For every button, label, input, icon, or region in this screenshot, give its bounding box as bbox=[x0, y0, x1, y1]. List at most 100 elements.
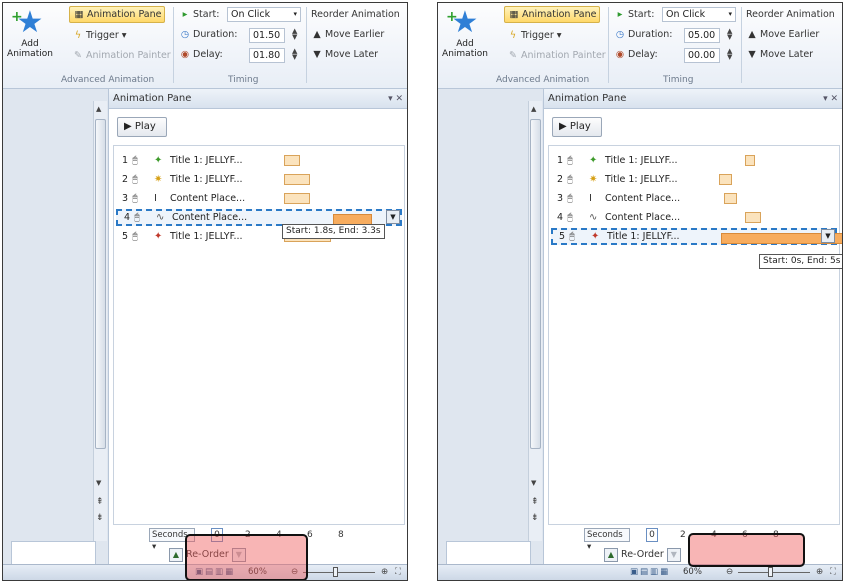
fit-slide-icon[interactable]: ⛶ bbox=[395, 565, 401, 580]
item-dropdown-button[interactable]: ▼ bbox=[821, 229, 835, 243]
move-later-button[interactable]: ▼ Move Later bbox=[311, 47, 378, 63]
exit-star-icon: ✦ bbox=[591, 231, 600, 242]
trigger-button[interactable]: ϟ Trigger ▾ bbox=[69, 27, 130, 44]
prev-slide-icon[interactable]: ⇞ bbox=[96, 497, 104, 507]
animation-list-item[interactable]: 4 🖰 ∿ Content Place... bbox=[551, 209, 837, 226]
animation-pane-header: Animation Pane ▾ ✕ bbox=[109, 89, 407, 109]
animation-list-item[interactable]: 1 🖰 ✦ Title 1: JELLYF... bbox=[116, 152, 402, 169]
delay-input[interactable]: 01.80 bbox=[249, 48, 285, 63]
add-animation-icon: ★ + bbox=[11, 5, 44, 40]
animation-pane-button[interactable]: ▦ Animation Pane bbox=[69, 6, 166, 23]
entrance-star-icon: ✦ bbox=[589, 155, 598, 166]
timing-group-label: Timing bbox=[663, 75, 694, 85]
reorder-controls: ▲ Re-Order ▼ bbox=[604, 547, 681, 563]
move-up-button[interactable]: ▲ bbox=[169, 547, 183, 562]
add-animation-button[interactable]: ★ + Add Animation bbox=[5, 7, 55, 75]
zoom-slider[interactable] bbox=[738, 567, 810, 577]
animation-pane-button[interactable]: ▦ Animation Pane bbox=[504, 6, 601, 23]
timing-bar[interactable] bbox=[284, 155, 300, 166]
zoom-slider[interactable] bbox=[303, 567, 375, 577]
trigger-button[interactable]: ϟ Trigger ▾ bbox=[504, 27, 565, 44]
scrollbar-thumb[interactable] bbox=[95, 119, 106, 449]
ribbon-separator bbox=[608, 7, 609, 83]
duration-input[interactable]: 05.00 bbox=[684, 28, 720, 43]
ribbon-separator bbox=[306, 7, 307, 83]
timing-bar[interactable] bbox=[719, 174, 732, 185]
right-window: ★ + Add Animation ▦ Animation Pane ϟ Trigge… bbox=[437, 2, 843, 581]
scroll-down-icon[interactable]: ▼ bbox=[531, 479, 536, 487]
zoom-slider-knob[interactable] bbox=[333, 567, 338, 577]
item-name: Title 1: JELLYF... bbox=[607, 231, 680, 242]
animation-list-item[interactable]: 2 🖰 ✷ Title 1: JELLYF... bbox=[551, 171, 837, 188]
animation-list-item[interactable]: 3 🖰 I Content Place... bbox=[551, 190, 837, 207]
pane-menu-close-icon[interactable]: ▾ ✕ bbox=[823, 89, 838, 109]
zoom-in-icon[interactable]: ⊕ bbox=[816, 565, 823, 580]
seconds-dropdown[interactable]: Seconds ▾ bbox=[584, 528, 630, 552]
animation-painter-button[interactable]: ✎ Animation Painter bbox=[69, 47, 174, 64]
mouse-click-icon: 🖰 bbox=[567, 155, 573, 166]
scroll-down-icon[interactable]: ▼ bbox=[96, 479, 101, 487]
delay-label: ◉ Delay: bbox=[179, 47, 223, 63]
start-select[interactable]: On Click ▾ bbox=[227, 7, 301, 22]
start-label: ▸ Start: bbox=[614, 7, 655, 23]
painter-icon: ✎ bbox=[74, 50, 82, 61]
play-button[interactable]: ▶ Play bbox=[552, 117, 602, 137]
animation-list-item[interactable]: 2 🖰 ✷ Title 1: JELLYF... bbox=[116, 171, 402, 188]
mouse-click-icon: 🖰 bbox=[132, 155, 138, 166]
pane-menu-close-icon[interactable]: ▾ ✕ bbox=[388, 89, 403, 109]
fit-slide-icon[interactable]: ⛶ bbox=[830, 565, 836, 580]
move-up-button[interactable]: ▲ bbox=[604, 547, 618, 562]
item-name: Title 1: JELLYF... bbox=[170, 155, 243, 166]
duration-input[interactable]: 01.50 bbox=[249, 28, 285, 43]
timing-bar[interactable] bbox=[745, 155, 756, 166]
scroll-up-icon[interactable]: ▲ bbox=[531, 105, 536, 113]
prev-slide-icon[interactable]: ⇞ bbox=[531, 497, 539, 507]
animation-list-item[interactable]: 3 🖰 I Content Place... bbox=[116, 190, 402, 207]
zoom-level[interactable]: 60% bbox=[683, 565, 702, 580]
item-name: Content Place... bbox=[605, 212, 681, 223]
item-name: Title 1: JELLYF... bbox=[170, 231, 243, 242]
delay-input[interactable]: 00.00 bbox=[684, 48, 720, 63]
animation-pane-header: Animation Pane ▾ ✕ bbox=[544, 89, 842, 109]
play-button[interactable]: ▶ Play bbox=[117, 117, 167, 137]
item-name: Content Place... bbox=[172, 212, 248, 223]
view-buttons-icon[interactable]: ▣▤▥▦ bbox=[630, 565, 670, 580]
timing-bar[interactable] bbox=[284, 174, 310, 185]
exit-star-icon: ✦ bbox=[154, 231, 163, 242]
start-select[interactable]: On Click ▾ bbox=[662, 7, 736, 22]
timing-bar[interactable] bbox=[745, 212, 761, 223]
play-icon: ▶ bbox=[559, 121, 567, 132]
duration-spinner[interactable]: ▲ ▼ bbox=[292, 28, 297, 41]
move-earlier-button[interactable]: ▲ Move Earlier bbox=[746, 27, 819, 43]
zoom-out-icon[interactable]: ⊖ bbox=[726, 565, 733, 580]
reorder-animation-title: Reorder Animation bbox=[311, 9, 400, 20]
delay-icon: ◉ bbox=[180, 49, 190, 60]
ribbon-separator bbox=[741, 7, 742, 83]
zoom-slider-knob[interactable] bbox=[768, 567, 773, 577]
move-down-button[interactable]: ▼ bbox=[666, 547, 681, 562]
zoom-in-icon[interactable]: ⊕ bbox=[381, 565, 388, 580]
animation-painter-button[interactable]: ✎ Animation Painter bbox=[504, 47, 609, 64]
timing-tooltip: Start: 0s, End: 5s bbox=[759, 254, 842, 269]
timing-bar[interactable] bbox=[724, 193, 738, 204]
next-slide-icon[interactable]: ⇟ bbox=[531, 513, 539, 523]
move-earlier-button[interactable]: ▲ Move Earlier bbox=[311, 27, 384, 43]
vertical-scrollbar[interactable]: ▲ ▼ ⇞ ⇟ bbox=[93, 101, 107, 541]
item-dropdown-button[interactable]: ▼ bbox=[386, 210, 400, 224]
duration-spinner[interactable]: ▲ ▼ bbox=[727, 28, 732, 41]
animation-list-item[interactable]: 5 🖰 ✦ Title 1: JELLYF... ▼ bbox=[551, 228, 842, 245]
scrollbar-thumb[interactable] bbox=[530, 119, 541, 449]
next-slide-icon[interactable]: ⇟ bbox=[96, 513, 104, 523]
timing-bar[interactable] bbox=[284, 193, 310, 204]
scroll-up-icon[interactable]: ▲ bbox=[96, 105, 101, 113]
animation-pane: Animation Pane ▾ ✕ ▶ Play 1 🖰 ✦ Title 1: JE… bbox=[543, 89, 842, 567]
timeline-zero[interactable]: 0 bbox=[646, 528, 658, 542]
animation-list-item[interactable]: 1 🖰 ✦ Title 1: JELLYF... bbox=[551, 152, 837, 169]
reorder-animation-title: Reorder Animation bbox=[746, 9, 835, 20]
delay-spinner[interactable]: ▲ ▼ bbox=[292, 48, 297, 61]
move-later-button[interactable]: ▼ Move Later bbox=[746, 47, 813, 63]
add-animation-button[interactable]: ★ + Add Animation bbox=[440, 7, 490, 75]
vertical-scrollbar[interactable]: ▲ ▼ ⇞ ⇟ bbox=[528, 101, 542, 541]
mouse-click-icon: 🖰 bbox=[132, 231, 138, 242]
delay-spinner[interactable]: ▲ ▼ bbox=[727, 48, 732, 61]
